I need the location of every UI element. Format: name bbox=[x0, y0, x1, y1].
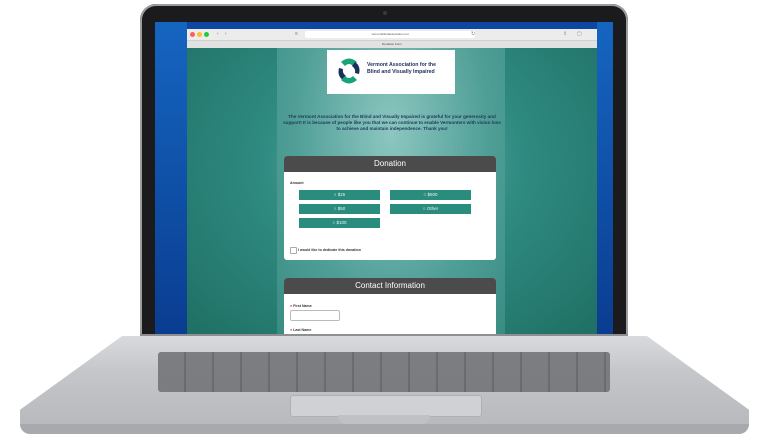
amount-option-500-label: $500 bbox=[427, 192, 438, 197]
back-icon[interactable]: ‹ bbox=[217, 31, 219, 38]
donation-card-title: Donation bbox=[284, 156, 496, 172]
camera-dot bbox=[383, 11, 387, 15]
amount-option-other-label: Other bbox=[426, 206, 439, 211]
donation-card: Donation Amount ○ $25 ○ $500 ○ $50 ○ Oth… bbox=[284, 156, 496, 260]
amount-option-25-label: $25 bbox=[337, 192, 346, 197]
last-name-label-text: Last Name bbox=[293, 328, 312, 332]
share-icon[interactable]: ⇪ bbox=[563, 31, 567, 38]
contact-card-title: Contact Information bbox=[284, 278, 496, 294]
browser-window: ‹ › ≡ vermontblindassociation.net ↻ ⇪ ▢ … bbox=[187, 29, 597, 334]
close-window-icon[interactable] bbox=[190, 32, 195, 37]
amount-label: Amount bbox=[290, 181, 304, 185]
logo-text: Vermont Association for the Blind and Vi… bbox=[367, 62, 453, 75]
contact-card: Contact Information ● First Name ● Last … bbox=[284, 278, 496, 334]
first-name-label: ● First Name bbox=[290, 304, 312, 308]
amount-option-100[interactable]: ○ $100 bbox=[299, 218, 380, 228]
dedicate-checkbox[interactable] bbox=[290, 247, 297, 254]
desktop-wallpaper-left bbox=[155, 22, 187, 334]
laptop-trackpad bbox=[290, 395, 482, 417]
tabs-overview-icon[interactable]: ▢ bbox=[577, 31, 582, 38]
page-background: Vermont Association for the Blind and Vi… bbox=[187, 48, 597, 334]
first-name-input[interactable] bbox=[290, 310, 340, 321]
laptop-front-edge bbox=[20, 424, 749, 434]
last-name-label: ● Last Name bbox=[290, 328, 311, 332]
desktop-wallpaper-right bbox=[597, 22, 613, 334]
laptop-keyboard bbox=[158, 352, 610, 392]
dedicate-label: I would like to dedicate this donation bbox=[298, 248, 361, 252]
amount-option-50-label: $50 bbox=[337, 206, 346, 211]
laptop-screen: ‹ › ≡ vermontblindassociation.net ↻ ⇪ ▢ … bbox=[155, 22, 613, 334]
amount-option-100-label: $100 bbox=[336, 220, 347, 225]
laptop-notch bbox=[338, 415, 430, 424]
forward-icon[interactable]: › bbox=[225, 31, 227, 38]
minimize-window-icon[interactable] bbox=[197, 32, 202, 37]
amount-option-other[interactable]: ○ Other bbox=[390, 204, 471, 214]
logo-mark-icon bbox=[338, 58, 360, 84]
amount-option-500[interactable]: ○ $500 bbox=[390, 190, 471, 200]
organization-logo: Vermont Association for the Blind and Vi… bbox=[327, 50, 455, 94]
logo-line-2: Blind and Visually Impaired bbox=[367, 68, 435, 75]
first-name-label-text: First Name bbox=[293, 304, 312, 308]
reload-icon[interactable]: ↻ bbox=[471, 31, 475, 38]
maximize-window-icon[interactable] bbox=[204, 32, 209, 37]
intro-text: The Vermont Association for the Blind an… bbox=[283, 114, 501, 132]
reader-icon[interactable]: ≡ bbox=[295, 31, 298, 38]
browser-toolbar: ‹ › ≡ vermontblindassociation.net ↻ ⇪ ▢ bbox=[187, 29, 597, 41]
amount-option-25[interactable]: ○ $25 bbox=[299, 190, 380, 200]
amount-option-50[interactable]: ○ $50 bbox=[299, 204, 380, 214]
address-bar[interactable]: vermontblindassociation.net bbox=[305, 31, 475, 38]
